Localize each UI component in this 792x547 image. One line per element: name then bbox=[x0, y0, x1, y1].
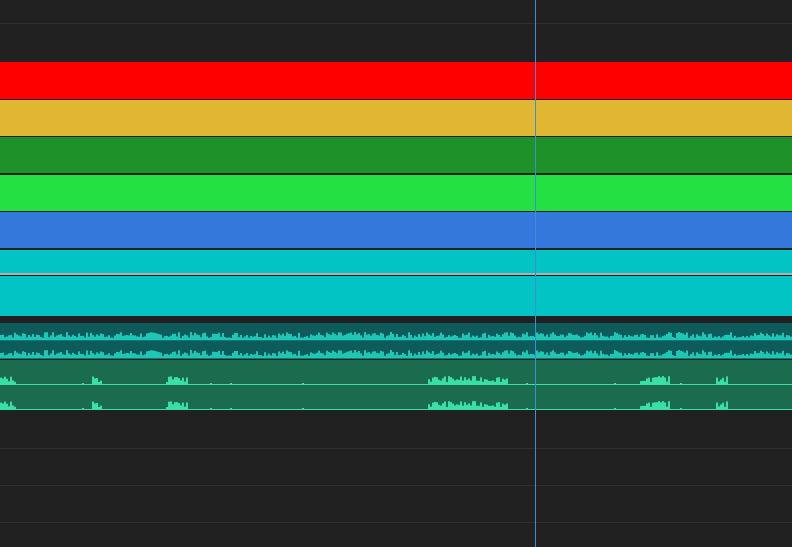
video-clip-green[interactable] bbox=[0, 175, 792, 211]
playhead-line[interactable] bbox=[535, 0, 536, 547]
video-clip-red[interactable] bbox=[0, 62, 792, 99]
channel-baseline bbox=[0, 358, 792, 359]
empty-track-top-1[interactable] bbox=[0, 23, 792, 61]
video-clip-cyan-lower[interactable] bbox=[0, 276, 792, 316]
channel-divider bbox=[0, 340, 792, 341]
video-clip-dark-green[interactable] bbox=[0, 137, 792, 173]
clip-edit-point[interactable] bbox=[0, 273, 792, 275]
audio-clip-voice[interactable] bbox=[0, 360, 792, 410]
waveform-channel-left bbox=[0, 332, 792, 340]
channel-divider bbox=[0, 384, 792, 385]
video-clip-blue[interactable] bbox=[0, 212, 792, 248]
channel-baseline bbox=[0, 409, 792, 410]
empty-track-bottom-3[interactable] bbox=[0, 522, 792, 547]
waveform-channel-right bbox=[0, 401, 728, 409]
timeline-panel[interactable] bbox=[0, 0, 792, 547]
waveform-channel-left bbox=[0, 376, 728, 384]
video-clip-cyan-upper[interactable] bbox=[0, 250, 792, 273]
audio-waveform bbox=[0, 332, 792, 359]
waveform-channel-right bbox=[0, 350, 792, 358]
empty-track-bottom-1[interactable] bbox=[0, 448, 792, 485]
audio-waveform bbox=[0, 376, 792, 410]
empty-track-bottom-2[interactable] bbox=[0, 485, 792, 522]
audio-clip-music[interactable] bbox=[0, 323, 792, 359]
video-clip-yellow[interactable] bbox=[0, 100, 792, 136]
